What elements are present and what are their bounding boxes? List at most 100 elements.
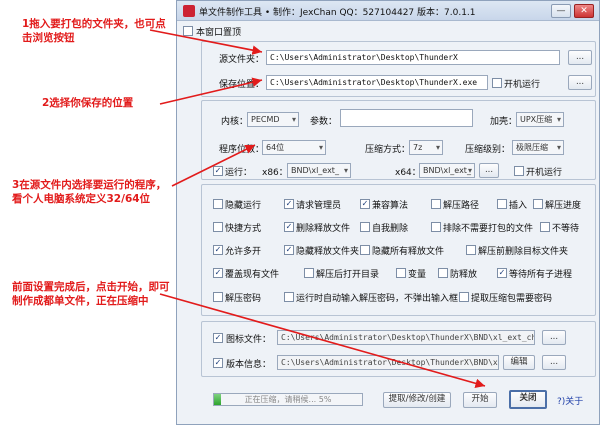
option-checkbox[interactable] <box>284 292 294 302</box>
icon-file-input[interactable]: C:\Users\Administrator\Desktop\ThunderX\… <box>277 330 535 345</box>
option-label: 兼容算法 <box>372 201 409 211</box>
option-checkbox[interactable]: ✓ <box>360 199 370 209</box>
option-label: 隐藏释放文件夹 <box>296 247 360 257</box>
progress-text: 正在压缩，请稍候... 5% <box>244 395 332 404</box>
option-checkbox[interactable] <box>360 245 370 255</box>
app-icon <box>183 5 195 17</box>
run-autorun-checkbox[interactable] <box>514 166 524 176</box>
option-checkbox[interactable]: ✓ <box>213 268 223 278</box>
option-checkbox[interactable] <box>213 292 223 302</box>
source-browse-button[interactable]: ... <box>568 50 592 65</box>
annotation-step1: 1拖入要打包的文件夹，也可点击浏览按钮 <box>22 18 166 44</box>
option-checkbox[interactable]: ✓ <box>284 199 294 209</box>
version-browse-button[interactable]: ... <box>542 355 566 370</box>
option-label: 排除不需要打包的文件 <box>443 224 534 234</box>
compress-method-select[interactable]: 7z <box>409 140 443 155</box>
option-label: 等待所有子进程 <box>509 270 573 280</box>
about-link[interactable]: ?)关于 <box>557 394 583 407</box>
run-browse-button[interactable]: ... <box>479 163 499 178</box>
option-checkbox[interactable] <box>540 222 550 232</box>
option-label: 不等待 <box>552 224 580 234</box>
start-button[interactable]: 开始 <box>463 392 497 408</box>
topmost-label: 本窗口置顶 <box>196 28 242 38</box>
annotation-step3: 3在源文件内选择要运行的程序，看个人电脑系统定义32/64位 <box>12 179 167 205</box>
save-browse-button[interactable]: ... <box>568 75 592 90</box>
save-autorun-label: 开机运行 <box>504 80 541 90</box>
window-title: 单文件制作工具 • 制作：JexChan QQ：527104427 版本：7.0… <box>199 8 476 18</box>
option-label: 运行时自动输入解压密码，不弹出输入框 <box>296 294 459 304</box>
option-label: 插入 <box>509 201 528 211</box>
option-label: 自我删除 <box>372 224 409 234</box>
option-label: 删除释放文件 <box>296 224 351 234</box>
option-label: 解压进度 <box>545 201 582 211</box>
option-label: 允许多开 <box>225 247 262 257</box>
option-label: 变量 <box>408 270 427 280</box>
option-label: 提取压缩包需要密码 <box>471 294 553 304</box>
option-label: 隐藏运行 <box>225 201 262 211</box>
option-label: 解压前删除目标文件夹 <box>478 247 569 257</box>
option-checkbox[interactable] <box>213 199 223 209</box>
source-label: 源文件夹： <box>219 55 265 65</box>
save-label: 保存位置： <box>219 80 265 90</box>
option-checkbox[interactable]: ✓ <box>284 222 294 232</box>
option-checkbox[interactable] <box>431 222 441 232</box>
close-window-button[interactable]: ✕ <box>574 4 594 18</box>
params-label: 参数： <box>310 117 338 127</box>
compress-method-label: 压缩方式： <box>365 145 411 155</box>
run-checkbox[interactable]: ✓ <box>213 166 223 176</box>
version-info-label: 版本信息： <box>226 360 272 370</box>
run-autorun-label: 开机运行 <box>526 168 563 178</box>
close-button[interactable]: 关闭 <box>509 390 547 409</box>
extract-button[interactable]: 提取/修改/创建 <box>383 392 451 408</box>
option-label: 解压后打开目录 <box>316 270 380 280</box>
option-checkbox[interactable] <box>459 292 469 302</box>
params-input[interactable] <box>340 109 473 127</box>
option-checkbox[interactable] <box>533 199 543 209</box>
option-label: 覆盖现有文件 <box>225 270 280 280</box>
option-label: 解压路径 <box>443 201 480 211</box>
progress-bar: 正在压缩，请稍候... 5% <box>213 393 363 406</box>
option-checkbox[interactable] <box>431 199 441 209</box>
kernel-select[interactable]: PECMD <box>247 112 299 127</box>
option-checkbox[interactable] <box>396 268 406 278</box>
option-label: 解压密码 <box>225 294 262 304</box>
option-label: 隐藏所有释放文件 <box>372 247 445 257</box>
compress-level-select[interactable]: 极限压缩 <box>512 140 564 155</box>
source-folder-input[interactable]: C:\Users\Administrator\Desktop\ThunderX <box>266 50 560 65</box>
option-label: 请求管理员 <box>296 201 342 211</box>
save-autorun-checkbox[interactable] <box>492 78 502 88</box>
option-checkbox[interactable] <box>304 268 314 278</box>
icon-file-checkbox[interactable]: ✓ <box>213 333 223 343</box>
minimize-button[interactable]: — <box>551 4 571 18</box>
x64-select[interactable]: BND\xl_ext_ <box>419 163 475 178</box>
option-checkbox[interactable] <box>497 199 507 209</box>
option-checkbox[interactable] <box>438 268 448 278</box>
bitness-select[interactable]: 64位 <box>262 140 326 155</box>
run-label: 运行： <box>225 168 253 178</box>
version-info-checkbox[interactable]: ✓ <box>213 358 223 368</box>
save-path-input[interactable]: C:\Users\Administrator\Desktop\ThunderX.… <box>266 75 488 90</box>
option-checkbox[interactable] <box>213 222 223 232</box>
x64-label: x64： <box>395 168 421 178</box>
option-checkbox[interactable] <box>466 245 476 255</box>
option-checkbox[interactable] <box>360 222 370 232</box>
x86-select[interactable]: BND\xl_ext_ <box>287 163 351 178</box>
option-label: 防释放 <box>450 270 478 280</box>
option-checkbox[interactable]: ✓ <box>497 268 507 278</box>
bitness-label: 程序位数： <box>219 145 265 155</box>
shell-label: 加壳： <box>490 117 518 127</box>
shell-select[interactable]: UPX压缩 <box>516 112 564 127</box>
icon-file-browse-button[interactable]: ... <box>542 330 566 345</box>
annotation-step4: 前面设置完成后，点击开始，即可制作成都单文件，正在压缩中 <box>12 281 170 307</box>
topmost-checkbox[interactable] <box>183 26 193 36</box>
version-edit-button[interactable]: 编辑 <box>503 355 535 370</box>
compress-level-label: 压缩级别： <box>465 145 511 155</box>
title-bar: 单文件制作工具 • 制作：JexChan QQ：527104427 版本：7.0… <box>177 1 599 21</box>
option-checkbox[interactable]: ✓ <box>284 245 294 255</box>
version-info-input[interactable]: C:\Users\Administrator\Desktop\ThunderX\… <box>277 355 499 370</box>
kernel-label: 内核： <box>221 117 249 127</box>
option-checkbox[interactable]: ✓ <box>213 245 223 255</box>
annotation-step2: 2选择你保存的位置 <box>42 97 134 109</box>
app-window: 单文件制作工具 • 制作：JexChan QQ：527104427 版本：7.0… <box>176 0 600 425</box>
option-label: 快捷方式 <box>225 224 262 234</box>
